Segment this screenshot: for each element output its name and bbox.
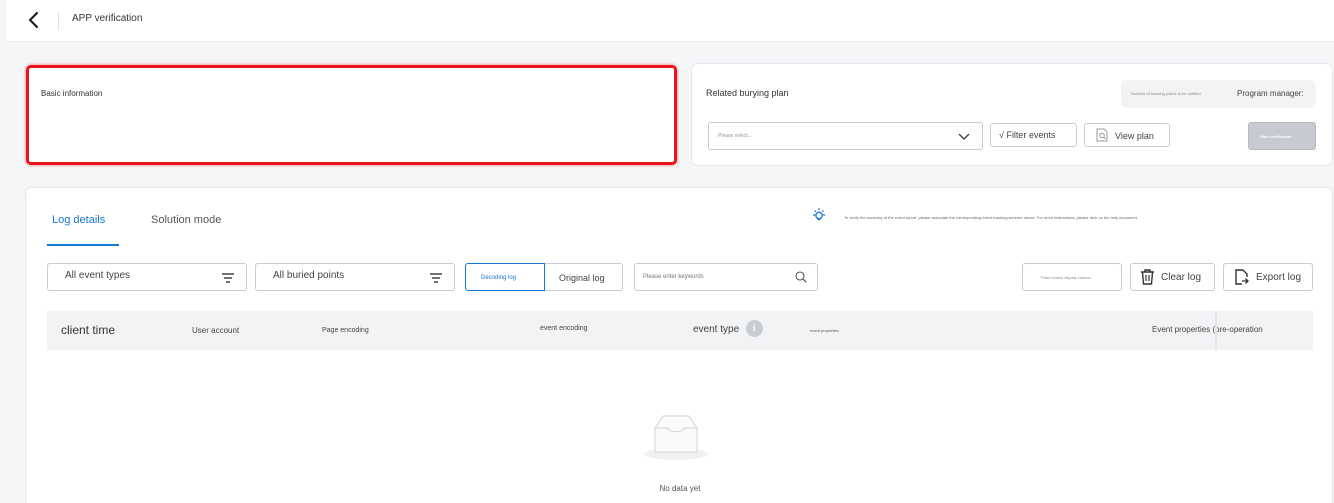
related-plan-label: Related burying plan — [706, 88, 789, 98]
chevron-down-icon — [958, 133, 970, 140]
buried-points-select[interactable]: All buried points — [255, 263, 455, 291]
search-icon[interactable] — [795, 271, 807, 283]
event-types-select[interactable]: All event types — [47, 263, 247, 291]
info-icon[interactable]: i — [746, 320, 763, 337]
program-manager-label: Program manager: — [1237, 89, 1304, 98]
filter-icon — [222, 273, 234, 283]
col-event-type: event type — [693, 324, 740, 335]
display-columns-label: Three choice display column — [1040, 275, 1091, 280]
buried-points-value: All buried points — [273, 270, 345, 281]
trash-icon — [1141, 269, 1154, 285]
view-plan-label: View plan — [1115, 131, 1154, 141]
original-log-label: Original log — [559, 273, 605, 283]
points-count-label: Number of tracking points to be verified — [1131, 91, 1201, 96]
basic-info-card: Basic information — [26, 65, 677, 165]
page-title: APP verification — [72, 13, 143, 24]
start-verification-label: Start verification — [1260, 134, 1292, 139]
display-columns-button[interactable]: Three choice display column — [1022, 263, 1122, 291]
keyword-search-input[interactable]: Please enter keywords — [634, 263, 818, 291]
decoding-log-toggle[interactable]: Decoding log — [465, 263, 545, 291]
original-log-toggle[interactable]: Original log — [544, 263, 623, 291]
col-event-properties: event properties — [810, 328, 839, 333]
clear-log-button[interactable]: Clear log — [1130, 263, 1215, 291]
clear-log-label: Clear log — [1161, 272, 1202, 283]
export-log-button[interactable]: Export log — [1223, 263, 1313, 291]
col-client-time: client time — [61, 323, 116, 337]
col-user-account: User account — [192, 326, 240, 335]
export-log-label: Export log — [1256, 272, 1302, 283]
export-icon — [1235, 269, 1249, 285]
back-arrow-icon[interactable] — [24, 10, 44, 30]
plan-select-placeholder: Please select... — [718, 133, 752, 139]
tab-solution-mode[interactable]: Solution mode — [151, 214, 221, 226]
active-tab-underline — [47, 244, 119, 246]
lightbulb-icon — [813, 208, 825, 221]
col-page-encoding: Page encoding — [322, 327, 369, 334]
view-plan-button[interactable]: View plan — [1084, 123, 1170, 147]
help-tip: To verify the accuracy of the event repo… — [844, 215, 1138, 220]
plan-info-box: Number of tracking points to be verified… — [1121, 80, 1316, 108]
top-bar: APP verification — [6, 0, 1334, 42]
document-search-icon — [1096, 128, 1108, 142]
column-separator — [1215, 311, 1217, 350]
empty-inbox-icon — [644, 415, 708, 460]
related-plan-card: Related burying plan Number of tracking … — [691, 63, 1333, 166]
decoding-log-label: Decoding log — [481, 275, 517, 281]
log-table-header: client time User account Page encoding e… — [47, 311, 1313, 350]
filter-icon — [430, 273, 442, 283]
keyword-placeholder: Please enter keywords — [643, 274, 704, 280]
header-divider — [58, 12, 59, 30]
filter-events-label: √ Filter events — [999, 130, 1056, 140]
log-card: Log details Solution mode To verify the … — [25, 187, 1333, 503]
tab-log-details[interactable]: Log details — [52, 214, 105, 226]
basic-info-label: Basic information — [41, 89, 103, 98]
event-types-value: All event types — [65, 270, 131, 281]
plan-select[interactable]: Please select... — [708, 122, 983, 150]
col-event-properties-pre: Event properties (pre-operation — [1152, 325, 1263, 334]
start-verification-button[interactable]: Start verification — [1248, 122, 1316, 150]
filter-events-button[interactable]: √ Filter events — [990, 123, 1077, 147]
empty-state-text: No data yet — [659, 484, 701, 493]
col-event-encoding: event encoding — [540, 325, 588, 332]
